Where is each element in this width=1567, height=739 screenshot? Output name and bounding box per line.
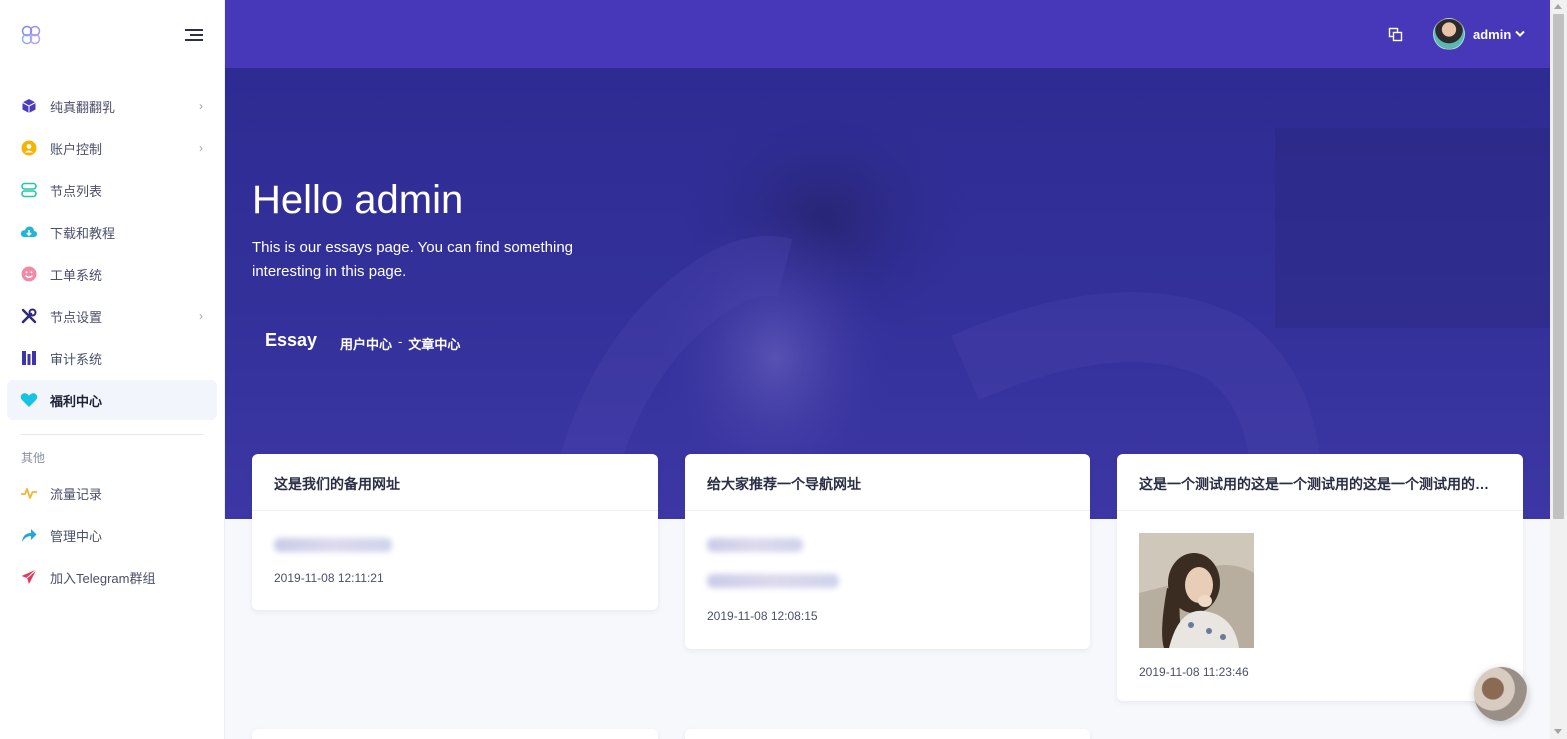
essay-card-time: 2019-11-08 11:23:46 <box>1139 665 1249 679</box>
essay-card-title[interactable]: 这是我们的备用网址 <box>252 454 658 511</box>
sidebar-item-account[interactable]: 账户控制 › <box>7 128 217 168</box>
essay-card-body: 2019-11-08 12:08:15 <box>685 538 1090 623</box>
sidebar-item-label: 节点列表 <box>50 183 103 199</box>
section-title: Essay <box>265 330 318 350</box>
sidebar-item-label: 福利中心 <box>50 393 103 409</box>
sidebar-item-label: 加入Telegram群组 <box>50 570 156 586</box>
redacted-content <box>274 538 392 552</box>
activity-icon <box>20 484 38 502</box>
sidebar: 纯真翻翻乳 › 账户控制 › 节点列表 下载和教程 工单系统 节点设置 › 审计… <box>0 0 225 739</box>
essay-card-title[interactable]: 这是一个测试用的这是一个测试用的这是一个测试用的这是一个测试用的 <box>1117 454 1523 511</box>
avatar <box>1433 18 1465 50</box>
breadcrumb: 用户中心 - 文章中心 <box>340 334 460 353</box>
tools-icon <box>20 307 38 325</box>
app: 纯真翻翻乳 › 账户控制 › 节点列表 下载和教程 工单系统 节点设置 › 审计… <box>0 0 1567 739</box>
paper-plane-icon <box>20 568 38 586</box>
sidebar-nav: 纯真翻翻乳 › 账户控制 › 节点列表 下载和教程 工单系统 节点设置 › 审计… <box>7 86 217 599</box>
essay-card[interactable] <box>685 729 1090 739</box>
node-list-icon <box>20 181 38 199</box>
heart-icon <box>20 391 38 409</box>
essay-card[interactable]: 这是一个测试用的这是一个测试用的这是一个测试用的这是一个测试用的 2019-11… <box>1117 454 1523 701</box>
menu-toggle-icon[interactable] <box>185 28 203 42</box>
sidebar-item-pure[interactable]: 纯真翻翻乳 › <box>7 86 217 126</box>
chevron-right-icon: › <box>199 141 203 155</box>
floating-avatar-button[interactable] <box>1474 667 1528 721</box>
breadcrumb-separator: - <box>398 334 403 349</box>
scrollbar[interactable] <box>1550 0 1567 739</box>
top-bar: admin <box>225 0 1550 68</box>
breadcrumb-article-center[interactable]: 文章中心 <box>408 334 460 353</box>
window-restore-icon[interactable] <box>1388 27 1404 43</box>
logo-icon[interactable] <box>20 24 42 46</box>
hero-banner: Hello admin This is our essays page. You… <box>225 68 1550 519</box>
portrait-illustration <box>1139 533 1254 648</box>
sidebar-item-audit[interactable]: 审计系统 <box>7 338 217 378</box>
scroll-up-arrow-icon[interactable] <box>1554 4 1562 9</box>
smile-icon <box>20 265 38 283</box>
sidebar-item-node-list[interactable]: 节点列表 <box>7 170 217 210</box>
cloud-download-icon <box>20 223 38 241</box>
essay-card-title[interactable]: 给大家推荐一个导航网址 <box>685 454 1090 511</box>
sidebar-divider <box>21 434 203 435</box>
essay-card[interactable]: 这是我们的备用网址 2019-11-08 12:11:21 <box>252 454 658 610</box>
username: admin <box>1473 26 1512 42</box>
scroll-down-arrow-icon[interactable] <box>1554 729 1562 734</box>
sidebar-item-label: 流量记录 <box>50 486 103 502</box>
sidebar-item-label: 管理中心 <box>50 528 103 544</box>
sidebar-item-download[interactable]: 下载和教程 <box>7 212 217 252</box>
essay-card-time: 2019-11-08 12:11:21 <box>274 571 384 585</box>
sidebar-item-ticket[interactable]: 工单系统 <box>7 254 217 294</box>
essay-card-body: 2019-11-08 11:23:46 <box>1117 533 1523 679</box>
redacted-content <box>707 538 803 552</box>
sidebar-item-admin[interactable]: 管理中心 <box>7 515 217 555</box>
user-menu[interactable]: admin <box>1433 18 1526 50</box>
essay-card-body: 2019-11-08 12:11:21 <box>252 538 658 585</box>
sidebar-item-label: 节点设置 <box>50 309 103 325</box>
sidebar-item-welfare[interactable]: 福利中心 <box>7 380 217 420</box>
essay-card[interactable]: 给大家推荐一个导航网址 2019-11-08 12:08:15 <box>685 454 1090 649</box>
chevron-down-icon <box>1515 30 1526 37</box>
sidebar-item-label: 工单系统 <box>50 267 103 283</box>
sidebar-item-label: 纯真翻翻乳 <box>50 99 116 115</box>
audit-bars-icon <box>20 349 38 367</box>
sidebar-item-label: 审计系统 <box>50 351 103 367</box>
chevron-right-icon: › <box>199 99 203 113</box>
breadcrumb-user-center[interactable]: 用户中心 <box>340 334 392 353</box>
essay-card[interactable] <box>252 729 658 739</box>
share-arrow-icon <box>20 526 38 544</box>
sidebar-item-label: 下载和教程 <box>50 225 116 241</box>
essay-thumbnail-image[interactable] <box>1139 533 1254 648</box>
user-circle-icon <box>20 139 38 157</box>
essay-card-time: 2019-11-08 12:08:15 <box>707 609 818 623</box>
page-subtitle: This is our essays page. You can find so… <box>252 239 574 280</box>
cube-icon <box>20 97 38 115</box>
sidebar-item-telegram[interactable]: 加入Telegram群组 <box>7 557 217 597</box>
sidebar-item-label: 账户控制 <box>50 141 103 157</box>
sidebar-section-label: 其他 <box>21 451 46 465</box>
sidebar-item-node-settings[interactable]: 节点设置 › <box>7 296 217 336</box>
scrollbar-thumb[interactable] <box>1553 14 1564 519</box>
sidebar-item-traffic[interactable]: 流量记录 <box>7 473 217 513</box>
chevron-right-icon: › <box>199 309 203 323</box>
redacted-content <box>707 574 839 588</box>
page-title: Hello admin <box>252 178 464 222</box>
hero-background-image <box>545 88 1550 519</box>
